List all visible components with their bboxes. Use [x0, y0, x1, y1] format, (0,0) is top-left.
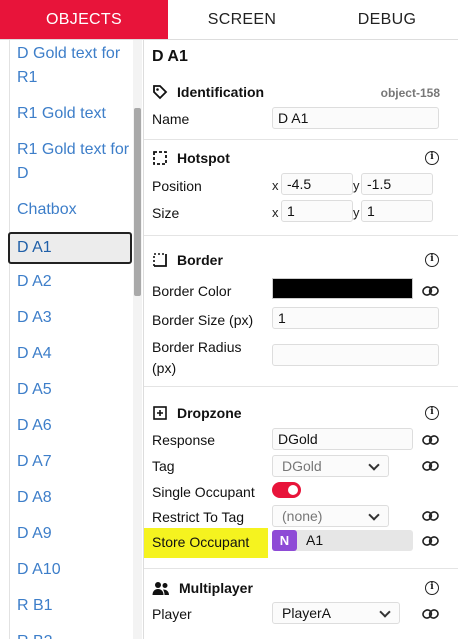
list-item[interactable]: D A7 — [10, 446, 132, 482]
list-item[interactable]: D A4 — [10, 338, 132, 374]
divider — [144, 568, 458, 569]
store-occupant-value: A1 — [306, 532, 324, 548]
size-x-label: x — [272, 205, 279, 220]
border-info-icon[interactable]: i — [425, 253, 439, 267]
restrict-to-tag-select[interactable]: (none) — [272, 505, 389, 527]
hotspot-info-icon[interactable]: i — [425, 151, 439, 165]
size-y-input[interactable] — [361, 200, 433, 222]
variable-badge: N — [272, 530, 297, 551]
divider — [144, 139, 458, 140]
tag-select-value: DGold — [282, 458, 322, 474]
link-icon[interactable] — [422, 535, 439, 547]
list-item[interactable]: D A2 — [10, 266, 132, 302]
dropzone-heading: Dropzone — [152, 405, 242, 421]
object-id: object-158 — [380, 86, 440, 100]
list-item[interactable]: D Gold text for R1 — [10, 40, 132, 98]
link-icon[interactable] — [422, 510, 439, 522]
dashed-square-icon — [153, 151, 167, 165]
position-x-label: x — [272, 178, 279, 193]
list-item[interactable]: D A1 — [8, 232, 132, 264]
response-input[interactable] — [272, 428, 413, 450]
border-color-label: Border Color — [152, 283, 232, 299]
list-item[interactable]: D A3 — [10, 302, 132, 338]
toggle-knob — [288, 485, 298, 495]
size-x-input[interactable] — [281, 200, 353, 222]
identification-heading-text: Identification — [177, 84, 265, 100]
chevron-down-icon — [368, 509, 380, 521]
tab-screen[interactable]: SCREEN — [168, 0, 316, 39]
player-select-value: PlayerA — [282, 605, 332, 621]
store-occupant-label: Store Occupant — [152, 534, 250, 550]
panel-title: D A1 — [152, 48, 188, 65]
object-list: D Gold text for R1 R1 Gold text R1 Gold te… — [8, 40, 132, 639]
divider — [144, 386, 458, 387]
sidebar-scrollbar-thumb[interactable] — [134, 108, 141, 296]
tag-select[interactable]: DGold — [272, 455, 389, 477]
tag-icon — [153, 85, 168, 100]
border-radius-input[interactable] — [272, 344, 439, 366]
list-item[interactable]: R B2 — [10, 626, 132, 639]
users-icon — [152, 582, 169, 595]
tag-label: Tag — [152, 458, 175, 474]
tab-debug[interactable]: DEBUG — [316, 0, 458, 39]
border-size-label: Border Size (px) — [152, 312, 254, 328]
hotspot-heading: Hotspot — [152, 150, 230, 166]
tab-objects[interactable]: OBJECTS — [0, 0, 168, 39]
hotspot-heading-text: Hotspot — [177, 150, 230, 166]
size-y-label: y — [353, 205, 360, 220]
border-heading: Border — [152, 252, 223, 268]
sidebar-rail — [0, 40, 10, 639]
list-item[interactable]: D A5 — [10, 374, 132, 410]
name-label: Name — [152, 111, 190, 127]
size-label: Size — [152, 205, 180, 221]
list-item[interactable]: D A6 — [10, 410, 132, 446]
player-select[interactable]: PlayerA — [272, 602, 400, 624]
object-list-sidebar: D Gold text for R1 R1 Gold text R1 Gold te… — [0, 40, 144, 639]
plus-square-icon — [153, 406, 167, 420]
identification-heading: Identification — [152, 84, 264, 100]
multiplayer-heading: Multiplayer — [152, 580, 253, 596]
restrict-to-tag-label: Restrict To Tag — [152, 509, 245, 525]
multiplayer-heading-text: Multiplayer — [179, 580, 253, 596]
link-icon[interactable] — [422, 285, 439, 297]
link-icon[interactable] — [422, 460, 439, 472]
name-input[interactable] — [272, 107, 439, 129]
response-label: Response — [152, 432, 216, 448]
single-occupant-toggle[interactable] — [272, 482, 301, 498]
player-label: Player — [152, 606, 192, 622]
position-y-label: y — [353, 178, 360, 193]
list-item[interactable]: D A8 — [10, 482, 132, 518]
border-radius-label: Border Radius (px) — [152, 339, 242, 376]
divider — [144, 235, 458, 236]
list-item[interactable]: D A9 — [10, 518, 132, 554]
border-heading-text: Border — [177, 252, 223, 268]
multiplayer-info-icon[interactable]: i — [425, 581, 439, 595]
single-occupant-label: Single Occupant — [152, 484, 255, 500]
link-icon[interactable] — [422, 608, 439, 620]
link-icon[interactable] — [422, 434, 439, 446]
border-icon — [153, 253, 167, 267]
properties-panel: D A1 Identification object-158 Name Hots… — [144, 40, 458, 639]
list-item[interactable]: R1 Gold text — [10, 98, 132, 134]
chevron-down-icon — [368, 459, 380, 471]
tab-bar: OBJECTS SCREEN DEBUG — [0, 0, 458, 40]
store-occupant-chip[interactable]: N A1 — [272, 530, 413, 551]
position-label: Position — [152, 178, 202, 194]
dropzone-info-icon[interactable]: i — [425, 406, 439, 420]
position-x-input[interactable] — [281, 173, 353, 195]
list-item[interactable]: D A10 — [10, 554, 132, 590]
list-item[interactable]: R B1 — [10, 590, 132, 626]
chevron-down-icon — [379, 606, 391, 618]
position-y-input[interactable] — [361, 173, 433, 195]
border-color-swatch[interactable] — [272, 278, 413, 299]
restrict-select-value: (none) — [282, 508, 323, 524]
list-item[interactable]: R1 Gold text for D — [10, 134, 132, 194]
border-size-input[interactable] — [272, 307, 439, 329]
dropzone-heading-text: Dropzone — [177, 405, 242, 421]
list-item[interactable]: Chatbox — [10, 194, 132, 230]
